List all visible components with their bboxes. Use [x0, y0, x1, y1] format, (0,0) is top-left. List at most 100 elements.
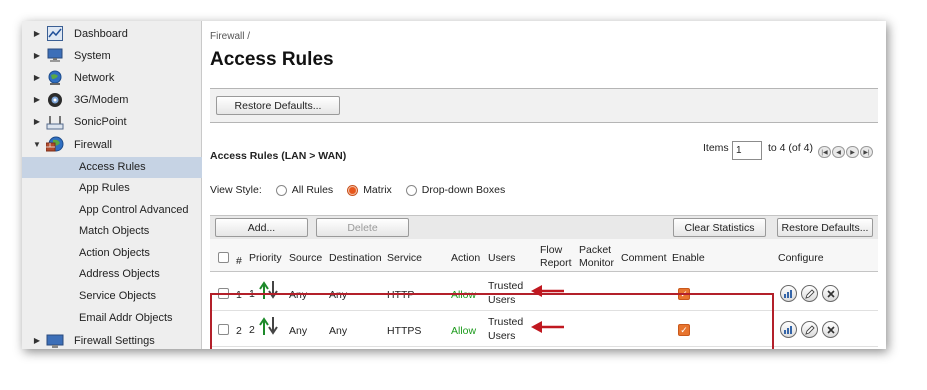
- row-source: Any: [289, 325, 308, 337]
- clear-statistics-button[interactable]: Clear Statistics: [673, 218, 766, 237]
- sidebar-item-dashboard[interactable]: ▶ Dashboard: [22, 23, 202, 44]
- next-page-icon[interactable]: ▶: [846, 146, 859, 158]
- sidebar-item-label: Firewall Settings: [74, 334, 155, 347]
- view-style-label: View Style:: [210, 184, 262, 196]
- row-checkbox[interactable]: [218, 288, 229, 299]
- sidebar-item-network[interactable]: ▶ Network: [22, 67, 202, 88]
- col-priority[interactable]: Priority: [249, 252, 282, 264]
- col-flow-report-line1: Flow: [540, 244, 563, 256]
- row-users-line2: Users: [488, 330, 516, 342]
- delete-x-icon[interactable]: [822, 321, 839, 338]
- col-users[interactable]: Users: [488, 252, 515, 264]
- sidebar-item-label: 3G/Modem: [74, 93, 129, 106]
- table-header: # Priority Source Destination Service Ac…: [210, 239, 878, 272]
- first-page-icon[interactable]: |◀: [818, 146, 831, 158]
- row-enable-checkbox[interactable]: ✓: [678, 324, 690, 336]
- col-packet-monitor-line2: Monitor: [579, 257, 615, 269]
- network-globe-icon: [46, 70, 64, 86]
- sidebar-item-access-rules[interactable]: Access Rules: [22, 157, 202, 178]
- last-page-icon[interactable]: ▶|: [860, 146, 873, 158]
- breadcrumb[interactable]: Firewall /: [210, 31, 250, 42]
- prev-page-icon[interactable]: ◀: [832, 146, 845, 158]
- sidebar-item-match-objects[interactable]: Match Objects: [22, 221, 202, 242]
- statistics-icon[interactable]: [780, 285, 797, 302]
- edit-pencil-icon[interactable]: [801, 285, 818, 302]
- expand-arrow-icon[interactable]: ▶: [30, 29, 44, 38]
- expand-arrow-icon[interactable]: ▶: [30, 73, 44, 82]
- row-checkbox[interactable]: [218, 324, 229, 335]
- sidebar-item-address-objects[interactable]: Address Objects: [22, 264, 202, 285]
- row-destination: Any: [329, 289, 348, 301]
- delete-x-icon[interactable]: [822, 285, 839, 302]
- col-num: #: [236, 255, 242, 267]
- sidebar-item-label: System: [74, 49, 111, 62]
- app-window: ▶ Dashboard ▶ System ▶ Network ▶ 3G/Mode…: [22, 21, 886, 349]
- restore-defaults-top-button[interactable]: Restore Defaults...: [216, 96, 340, 115]
- row-users-line2: Users: [488, 294, 516, 306]
- row-priority: 1: [249, 288, 255, 300]
- row-enable-checkbox[interactable]: ✓: [678, 288, 690, 300]
- annotation-arrow-icon: [531, 321, 565, 336]
- sidebar-item-label: SonicPoint: [74, 115, 127, 128]
- row-users-line1: Trusted: [488, 280, 524, 292]
- firewall-settings-icon: [46, 333, 64, 349]
- row-action: Allow: [451, 289, 477, 301]
- row-service: HTTPS: [387, 325, 422, 337]
- sidebar-item-email-addr-objects[interactable]: Email Addr Objects: [22, 308, 202, 329]
- table-toolbar: Add... Delete Clear Statistics Restore D…: [210, 215, 878, 239]
- radio-matrix-label[interactable]: Matrix: [363, 184, 392, 196]
- col-service[interactable]: Service: [387, 252, 422, 264]
- sidebar-item-action-objects[interactable]: Action Objects: [22, 243, 202, 264]
- row-number: 2: [236, 325, 242, 337]
- reorder-arrows-icon[interactable]: [259, 316, 279, 339]
- col-source[interactable]: Source: [289, 252, 322, 264]
- sidebar-item-service-objects[interactable]: Service Objects: [22, 286, 202, 307]
- row-source: Any: [289, 289, 308, 301]
- dashboard-icon: [46, 26, 64, 42]
- restore-defaults-button[interactable]: Restore Defaults...: [777, 218, 873, 237]
- expand-arrow-icon[interactable]: ▶: [30, 95, 44, 104]
- access-point-icon: [46, 114, 64, 130]
- statistics-icon[interactable]: [780, 321, 797, 338]
- sidebar-item-app-rules[interactable]: App Rules: [22, 178, 202, 199]
- radio-all-rules[interactable]: [275, 184, 287, 196]
- delete-button[interactable]: Delete: [316, 218, 409, 237]
- items-range: to 4 (of 4): [768, 142, 813, 154]
- col-configure: Configure: [778, 252, 824, 264]
- col-destination[interactable]: Destination: [329, 252, 382, 264]
- collapse-arrow-icon[interactable]: ▼: [30, 140, 44, 149]
- top-button-bar: Restore Defaults...: [210, 88, 878, 123]
- sidebar-item-sonicpoint[interactable]: ▶ SonicPoint: [22, 111, 202, 132]
- col-flow-report-line2: Report: [540, 257, 572, 269]
- row-destination: Any: [329, 325, 348, 337]
- view-style-group: View Style: All Rules Matrix Drop-down B…: [210, 184, 505, 196]
- sidebar-item-label: Firewall: [74, 138, 112, 151]
- col-enable: Enable: [672, 252, 705, 264]
- radio-all-rules-label[interactable]: All Rules: [292, 184, 333, 196]
- expand-arrow-icon[interactable]: ▶: [30, 117, 44, 126]
- annotation-arrow-icon: [531, 285, 565, 300]
- sidebar-item-system[interactable]: ▶ System: [22, 45, 202, 66]
- select-all-checkbox[interactable]: [218, 252, 229, 263]
- radio-dropdown-boxes[interactable]: [405, 184, 417, 196]
- modem-icon: [46, 92, 64, 108]
- add-button[interactable]: Add...: [215, 218, 308, 237]
- section-title: Access Rules (LAN > WAN): [210, 150, 347, 162]
- radio-dropdown-boxes-label[interactable]: Drop-down Boxes: [422, 184, 505, 196]
- col-action[interactable]: Action: [451, 252, 480, 264]
- expand-arrow-icon[interactable]: ▶: [30, 51, 44, 60]
- expand-arrow-icon[interactable]: ▶: [30, 336, 44, 345]
- col-comment: Comment: [621, 252, 667, 264]
- row-action: Allow: [451, 325, 477, 337]
- reorder-arrows-icon[interactable]: [259, 280, 279, 303]
- page-title: Access Rules: [210, 49, 334, 70]
- firewall-globe-icon: [46, 136, 64, 153]
- radio-matrix[interactable]: [347, 184, 359, 196]
- edit-pencil-icon[interactable]: [801, 321, 818, 338]
- sidebar-item-firewall[interactable]: ▼ Firewall: [22, 134, 202, 155]
- sidebar-item-firewall-settings[interactable]: ▶ Firewall Settings: [22, 330, 202, 349]
- sidebar-item-app-control-advanced[interactable]: App Control Advanced: [22, 200, 202, 221]
- items-start-input[interactable]: 1: [732, 141, 762, 160]
- sidebar-item-3g-modem[interactable]: ▶ 3G/Modem: [22, 89, 202, 110]
- row-users-line1: Trusted: [488, 316, 524, 328]
